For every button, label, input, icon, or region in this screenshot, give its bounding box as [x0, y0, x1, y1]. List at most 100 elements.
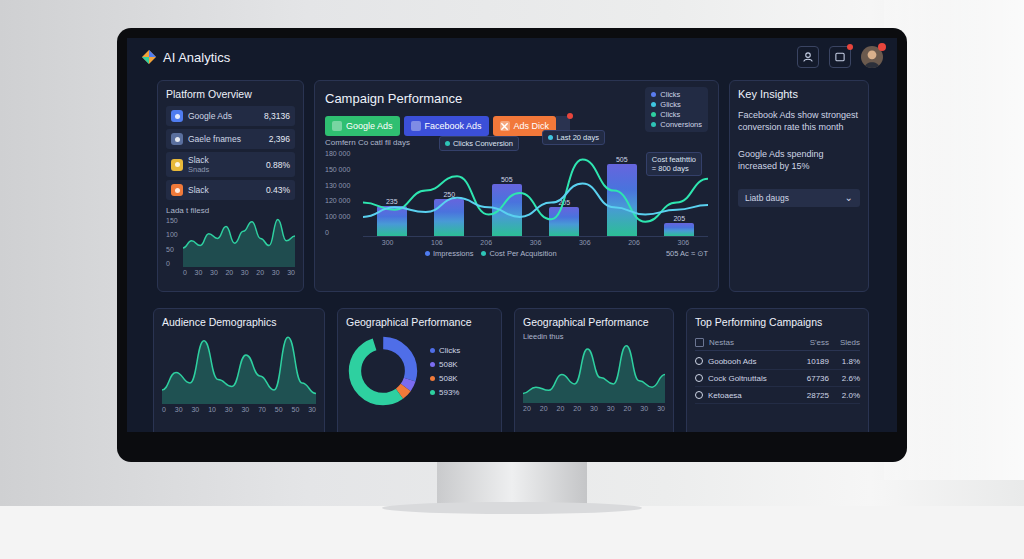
user-button[interactable] — [797, 46, 819, 68]
bar-label: 235 — [386, 198, 398, 205]
campaign-value: 67736 — [797, 374, 829, 383]
x-tick: 30 — [175, 406, 183, 413]
chevron-icon: ⌄ — [845, 193, 853, 203]
audience-panel: Audience Demographics0303010303070505030 — [153, 308, 325, 432]
app-title: AI Analytics — [163, 50, 230, 65]
top-row: Platform Overview Google Ads 8,3136 Gaele f… — [127, 76, 897, 292]
bar[interactable] — [664, 223, 694, 236]
platform-list: Google Ads 8,3136 Gaele fnames2,396 SlackSn… — [166, 106, 295, 200]
platform-buttons: Google AdsFacebook AdsAds Dick — [325, 116, 570, 136]
y-tick: 150 000 — [325, 166, 359, 173]
platform-button[interactable]: Google Ads — [325, 116, 400, 136]
table-row[interactable]: Ketoaesa287252.0% — [695, 387, 860, 404]
y-tick: 150 — [166, 217, 180, 224]
bar[interactable] — [377, 206, 407, 236]
footer-legend: ImpressionsCost Per Acquisition — [425, 249, 557, 258]
x-axis: 202020203030203030 — [523, 405, 665, 412]
bar[interactable] — [434, 199, 464, 236]
insight-text: Facebook Ads show strongest conversion r… — [738, 110, 860, 133]
platform-names: Gaele fnames — [188, 134, 264, 144]
bar[interactable] — [607, 164, 637, 236]
panel-title: Audience Demographics — [162, 316, 316, 328]
range-dropdown[interactable]: Liatb daugs⌄ — [738, 189, 860, 207]
audience-chart — [162, 334, 316, 404]
x-tick: 20 — [523, 405, 531, 412]
platform-glyph-icon — [175, 114, 180, 119]
x-tick: 30 — [272, 269, 280, 276]
x-tick: 50 — [291, 406, 299, 413]
x-tick: 10 — [208, 406, 216, 413]
table-row[interactable]: Cock Goltnuttals677362.6% — [695, 370, 860, 387]
series-line — [363, 160, 708, 222]
office-scene: AI Analytics Platform Overview Google Ads 8… — [0, 0, 1024, 559]
monitor: AI Analytics Platform Overview Google Ads 8… — [117, 28, 907, 462]
campaign-value: 28725 — [797, 391, 829, 400]
platform-button[interactable]: Facebook Ads — [404, 116, 489, 136]
bar-label: 250 — [443, 191, 455, 198]
legend-label: 593% — [439, 388, 459, 397]
chart-title: Lada t filesd — [166, 206, 295, 215]
platform-value: 0.88% — [266, 160, 290, 170]
messages-button[interactable] — [829, 46, 851, 68]
legend-dot — [651, 102, 656, 107]
legend-dot — [430, 362, 435, 367]
bar-label: 205 — [558, 199, 570, 206]
platform-item[interactable]: Gaele fnames2,396 — [166, 129, 295, 149]
x-tick: 20 — [624, 405, 632, 412]
y-tick: 100 — [166, 231, 180, 238]
platform-button-label: Google Ads — [346, 121, 393, 131]
legend-label: Conversions — [660, 120, 702, 129]
tooltip-title: Cost feathttio — [652, 155, 696, 164]
bar-label: 505 — [616, 156, 628, 163]
x-tick: 30 — [241, 406, 249, 413]
platform-name: Google Ads — [188, 111, 259, 121]
platform-item[interactable]: Google Ads 8,3136 — [166, 106, 295, 126]
brand[interactable]: AI Analytics — [141, 49, 230, 65]
legend-dot — [651, 92, 656, 97]
platform-value: 8,3136 — [264, 111, 290, 121]
panel-title: Platform Overview — [166, 88, 295, 100]
panel-title: Top Performing Campaigns — [695, 316, 860, 328]
avatar[interactable] — [861, 46, 883, 68]
app-header: AI Analytics — [127, 38, 897, 76]
x-tick: 0 — [183, 269, 187, 276]
donut-legend: Clicks508K508K593% — [430, 346, 460, 397]
x-tick: 20 — [573, 405, 581, 412]
bar-label: 505 — [501, 176, 513, 183]
series-line — [363, 183, 708, 216]
dashboard-screen: AI Analytics Platform Overview Google Ads 8… — [127, 38, 897, 432]
legend-item: 508K — [430, 360, 460, 369]
campaign-header: Campaign PerformanceGoogle AdsFacebook A… — [325, 87, 708, 136]
area-chart — [183, 217, 295, 267]
y-tick: 130 000 — [325, 182, 359, 189]
legend-label: Clicks — [660, 110, 680, 119]
tooltip: Clicks Conversion — [439, 136, 519, 151]
select-all-checkbox[interactable] — [695, 338, 704, 347]
platform-name: Slack — [188, 185, 261, 195]
tooltip-value: = 800 days — [652, 164, 689, 173]
insight-text: Google Ads spending increased by 15% — [738, 149, 860, 172]
bar[interactable] — [549, 207, 579, 236]
table-row[interactable]: Goobooh Ads101891.8% — [695, 353, 860, 370]
platform-names: SlackSnads — [188, 155, 261, 174]
platform-item[interactable]: Slack0.43% — [166, 180, 295, 200]
tooltip-dot — [548, 135, 553, 140]
avatar-badge — [878, 43, 886, 51]
logo-icon — [141, 49, 157, 65]
platform-logo-icon — [411, 121, 421, 131]
platform-item[interactable]: SlackSnads 0.88% — [166, 152, 295, 177]
x-tick: 20 — [256, 269, 264, 276]
platform-icon — [171, 184, 183, 196]
legend-item: Conversions — [651, 120, 702, 129]
bar[interactable] — [492, 184, 522, 236]
plot-area: 235250505205505205Clicks ConversionLast … — [363, 150, 708, 237]
campaign-rate: 2.0% — [834, 391, 860, 400]
x-tick: 70 — [258, 406, 266, 413]
column-header: Sleds — [834, 338, 860, 347]
search-icon — [695, 391, 703, 399]
monitor-base — [382, 502, 642, 514]
area-fill — [162, 337, 316, 404]
legend-dot — [425, 251, 430, 256]
platform-name: Gaele fnames — [188, 134, 264, 144]
table-header: NestasS'essSleds — [695, 334, 860, 351]
